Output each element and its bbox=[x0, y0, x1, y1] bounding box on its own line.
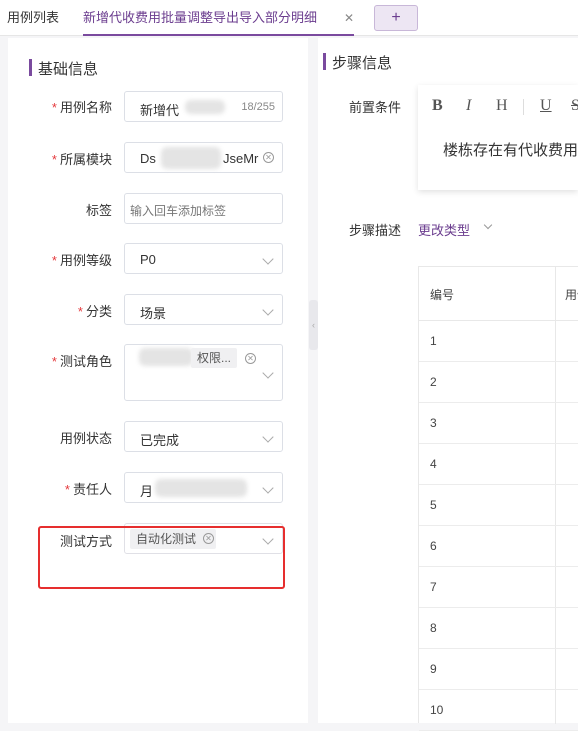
tab-bar: 用例列表 新增代收费用批量调整导出导入部分明细 ✕ + bbox=[0, 0, 578, 36]
tags-placeholder: 输入回车添加标签 bbox=[130, 204, 227, 218]
category-label: * 分类 bbox=[77, 304, 112, 319]
table-row[interactable]: 10 bbox=[419, 690, 578, 731]
redacted-blur bbox=[155, 479, 247, 497]
table-row[interactable]: 1 bbox=[419, 321, 578, 362]
steps-table: 编号 用例 1 2 3 4 5 6 7 8 9 10 bbox=[418, 266, 578, 731]
precondition-text: 楼栋存在有代收费用 bbox=[443, 142, 578, 159]
module-select[interactable]: Ds JseMr ✕ bbox=[124, 142, 283, 173]
owner-label: * 责任人 bbox=[64, 482, 112, 497]
plus-icon: + bbox=[391, 9, 401, 26]
redacted-blur bbox=[185, 100, 225, 114]
table-row[interactable]: 2 bbox=[419, 362, 578, 403]
chevron-down-icon bbox=[262, 431, 274, 443]
table-row[interactable]: 9 bbox=[419, 649, 578, 690]
strikethrough-icon[interactable]: S bbox=[571, 97, 578, 115]
status-select[interactable]: 已完成 bbox=[124, 421, 283, 452]
header-case: 用例 bbox=[565, 288, 578, 302]
tags-input[interactable]: 输入回车添加标签 bbox=[124, 193, 283, 224]
tags-label: 标签 bbox=[85, 203, 112, 218]
underline-icon[interactable]: U bbox=[540, 97, 552, 115]
case-name-value: 新增代 bbox=[140, 103, 180, 118]
clear-icon[interactable]: ✕ bbox=[263, 152, 274, 163]
italic-icon[interactable]: I bbox=[466, 97, 471, 115]
header-number: 编号 bbox=[430, 288, 455, 302]
step-desc-label: 步骤描述 bbox=[349, 223, 402, 238]
chevron-down-icon bbox=[262, 304, 274, 316]
add-tab-button[interactable]: + bbox=[374, 5, 418, 31]
module-value-start: Ds bbox=[140, 151, 156, 166]
table-row[interactable]: 3 bbox=[419, 403, 578, 444]
module-value-end: JseMr bbox=[223, 151, 259, 166]
table-row[interactable]: 6 bbox=[419, 526, 578, 567]
toolbar-divider bbox=[523, 99, 524, 115]
case-name-label: * 用例名称 bbox=[51, 100, 112, 115]
change-type-link[interactable]: 更改类型 bbox=[418, 220, 470, 239]
level-select[interactable]: P0 bbox=[124, 243, 283, 274]
precondition-editor[interactable]: B I H U S 楼栋存在有代收费用 bbox=[418, 85, 578, 190]
role-label: * 测试角色 bbox=[51, 354, 112, 369]
role-select[interactable]: 权限... ✕ bbox=[124, 344, 283, 401]
table-row[interactable]: 4 bbox=[419, 444, 578, 485]
redacted-blur bbox=[139, 348, 193, 366]
bold-icon[interactable]: B bbox=[432, 97, 443, 115]
owner-value: 月 bbox=[140, 484, 154, 499]
owner-select[interactable]: 月 bbox=[124, 472, 283, 503]
heading-icon[interactable]: H bbox=[496, 97, 508, 115]
collapse-handle[interactable]: ‹ bbox=[309, 300, 318, 350]
steps-title: 步骤信息 bbox=[323, 52, 392, 73]
module-label: * 所属模块 bbox=[51, 152, 112, 167]
table-row[interactable]: 5 bbox=[419, 485, 578, 526]
category-value: 场景 bbox=[140, 306, 167, 321]
chevron-down-icon bbox=[262, 482, 274, 494]
status-value: 已完成 bbox=[140, 433, 180, 448]
basic-info-title: 基础信息 bbox=[29, 58, 98, 79]
level-value: P0 bbox=[140, 252, 156, 267]
tag-remove-icon[interactable]: ✕ bbox=[245, 353, 256, 364]
tab-active-case[interactable]: 新增代收费用批量调整导出导入部分明细 ✕ bbox=[83, 0, 354, 36]
category-select[interactable]: 场景 bbox=[124, 294, 283, 325]
highlight-box bbox=[38, 526, 285, 589]
tab-active-label: 新增代收费用批量调整导出导入部分明细 bbox=[83, 10, 318, 25]
role-tag: 权限... bbox=[191, 348, 238, 368]
precondition-label: 前置条件 bbox=[349, 100, 402, 115]
redacted-blur bbox=[161, 147, 221, 169]
char-count: 18/255 bbox=[241, 101, 275, 113]
status-label: 用例状态 bbox=[59, 431, 112, 446]
tab-case-list[interactable]: 用例列表 bbox=[7, 0, 59, 36]
close-icon[interactable]: ✕ bbox=[344, 0, 354, 36]
table-row[interactable]: 7 bbox=[419, 567, 578, 608]
chevron-down-icon bbox=[262, 253, 274, 265]
case-name-input[interactable]: 新增代 18/255 bbox=[124, 91, 283, 122]
level-label: * 用例等级 bbox=[51, 253, 112, 268]
chevron-down-icon bbox=[262, 367, 274, 379]
table-row[interactable]: 8 bbox=[419, 608, 578, 649]
